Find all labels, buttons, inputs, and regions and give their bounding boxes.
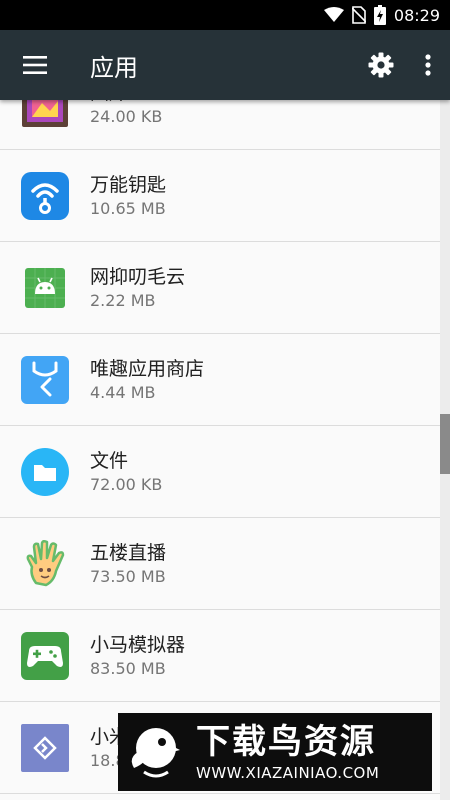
gallery-icon [22, 100, 68, 127]
watermark-url: WWW.XIAZAINIAO.COM [196, 764, 380, 782]
app-size: 72.00 KB [90, 474, 163, 494]
watermark-title: 下载鸟资源 [196, 722, 376, 762]
gear-icon [368, 52, 394, 78]
scrollbar-track[interactable] [440, 100, 450, 800]
wifi-key-icon [21, 171, 69, 220]
battery-charging-icon [373, 5, 386, 25]
bird-logo-icon [118, 713, 190, 791]
app-list-item[interactable]: 网抑叨毛云 2.22 MB [0, 242, 440, 334]
app-name: 小马模拟器 [90, 633, 186, 656]
app-size: 83.50 MB [90, 658, 166, 678]
android-icon [25, 267, 65, 308]
store-bag-icon [21, 355, 69, 404]
app-list-item[interactable]: 小马模拟器 83.50 MB [0, 610, 440, 702]
app-size: 10.65 MB [90, 198, 166, 218]
app-list[interactable]: 图库 24.00 KB 万能钥匙 10.65 MB [0, 100, 440, 800]
menu-button[interactable] [0, 30, 70, 100]
status-bar: 08:29 [0, 0, 450, 30]
diamond-arrow-icon [21, 723, 69, 772]
hamburger-menu-icon [23, 56, 47, 74]
app-list-item[interactable]: 唯趣应用商店 4.44 MB [0, 334, 440, 426]
gamepad-icon [21, 631, 69, 680]
app-name: 文件 [90, 449, 129, 472]
scrollbar-thumb[interactable] [440, 414, 450, 474]
app-size: 4.44 MB [90, 382, 156, 402]
settings-button[interactable] [356, 30, 406, 100]
app-size: 24.00 KB [90, 106, 163, 126]
app-name: 唯趣应用商店 [90, 357, 205, 380]
more-options-button[interactable] [406, 30, 450, 100]
hand-icon [26, 539, 65, 586]
app-name: 网抑叨毛云 [90, 265, 186, 288]
app-name: 五楼直播 [90, 541, 167, 564]
app-size: 2.22 MB [90, 290, 156, 310]
no-sim-icon [351, 6, 366, 24]
folder-icon [21, 447, 69, 496]
app-size: 73.50 MB [90, 566, 166, 586]
app-name: 万能钥匙 [90, 173, 167, 196]
app-list-item[interactable]: 文件 72.00 KB [0, 426, 440, 518]
watermark-banner: 下载鸟资源 WWW.XIAZAINIAO.COM [118, 713, 432, 791]
more-vert-icon [425, 54, 431, 76]
status-time: 08:29 [393, 5, 440, 25]
app-list-item[interactable]: 万能钥匙 10.65 MB [0, 150, 440, 242]
app-list-item[interactable]: 五楼直播 73.50 MB [0, 518, 440, 610]
app-bar: 应用 [0, 30, 450, 100]
page-title: 应用 [90, 53, 138, 82]
app-list-item[interactable]: 图库 24.00 KB [0, 100, 440, 150]
wifi-icon [323, 7, 344, 23]
